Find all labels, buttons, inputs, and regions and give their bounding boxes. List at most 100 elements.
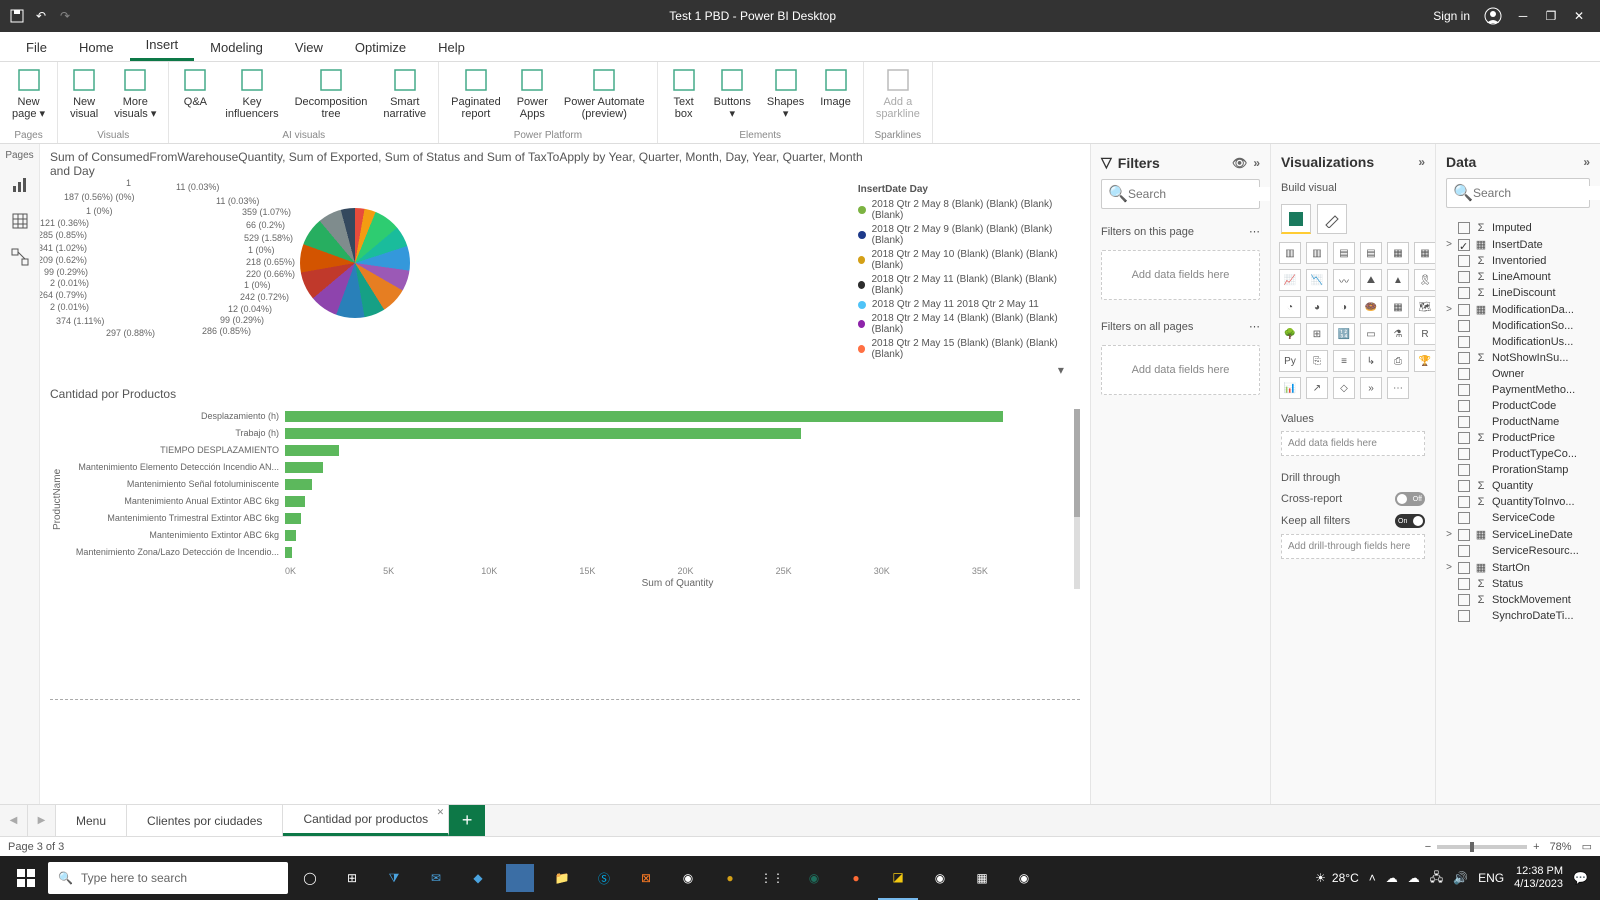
- field-imputed[interactable]: ΣImputed: [1440, 220, 1596, 236]
- model-view-icon[interactable]: [8, 245, 32, 269]
- ribbon-buttons-[interactable]: Buttons▾: [708, 64, 757, 130]
- bar-row[interactable]: Mantenimiento Zona/Lazo Detección de Inc…: [65, 545, 1070, 559]
- viz-type-icon[interactable]: 🌳: [1279, 323, 1301, 345]
- field-checkbox[interactable]: [1458, 400, 1470, 412]
- viz-type-icon[interactable]: ⊞: [1306, 323, 1328, 345]
- app-icon[interactable]: ●: [836, 856, 876, 900]
- viz-type-icon[interactable]: ▦: [1414, 242, 1436, 264]
- bar-row[interactable]: Mantenimiento Señal fotoluminiscente: [65, 477, 1070, 491]
- legend-item[interactable]: 2018 Qtr 2 May 15 (Blank) (Blank) (Blank…: [858, 338, 1080, 360]
- viz-type-icon[interactable]: ⎙: [1387, 350, 1409, 372]
- bar-row[interactable]: Mantenimiento Anual Extintor ABC 6kg: [65, 494, 1070, 508]
- field-checkbox[interactable]: [1458, 562, 1470, 574]
- tray-icon[interactable]: ☁: [1408, 871, 1420, 885]
- menu-tab-optimize[interactable]: Optimize: [339, 34, 422, 61]
- viz-type-icon[interactable]: ↗: [1306, 377, 1328, 399]
- cross-report-toggle[interactable]: Off: [1395, 492, 1425, 506]
- pie-chart[interactable]: 1187 (0.56%) (0%)1 (0%)121 (0.36%)285 (0…: [40, 178, 520, 348]
- weather-widget[interactable]: ☀28°C: [1315, 871, 1359, 885]
- ribbon-power-automate-preview-[interactable]: Power Automate(preview): [558, 64, 651, 130]
- viz-type-icon[interactable]: Py: [1279, 350, 1301, 372]
- volume-icon[interactable]: 🔊: [1453, 871, 1468, 885]
- viz-type-icon[interactable]: »: [1360, 377, 1382, 399]
- viz-type-icon[interactable]: 📊: [1279, 377, 1301, 399]
- viz-type-icon[interactable]: ▥: [1279, 242, 1301, 264]
- field-checkbox[interactable]: [1458, 594, 1470, 606]
- field-checkbox[interactable]: [1458, 496, 1470, 508]
- vscode-icon[interactable]: ⧩: [374, 856, 414, 900]
- menu-tab-view[interactable]: View: [279, 34, 339, 61]
- more-icon[interactable]: ⋯: [1249, 320, 1260, 333]
- field-stockmovement[interactable]: ΣStockMovement: [1440, 592, 1596, 608]
- network-icon[interactable]: 🖧: [1430, 868, 1443, 889]
- xampp-icon[interactable]: ⊠: [626, 856, 666, 900]
- filters-all-dropzone[interactable]: Add data fields here: [1101, 345, 1260, 395]
- format-visual-tab[interactable]: [1317, 204, 1347, 234]
- viz-type-icon[interactable]: ▥: [1306, 242, 1328, 264]
- field-checkbox[interactable]: [1458, 304, 1470, 316]
- field-checkbox[interactable]: [1458, 610, 1470, 622]
- bar-row[interactable]: Mantenimiento Trimestral Extintor ABC 6k…: [65, 511, 1070, 525]
- page-tab[interactable]: Menu: [56, 805, 127, 836]
- undo-icon[interactable]: ↶: [34, 9, 48, 23]
- bar-row[interactable]: Mantenimiento Elemento Detección Incendi…: [65, 460, 1070, 474]
- task-view-icon[interactable]: ⊞: [332, 856, 372, 900]
- collapse-icon[interactable]: »: [1418, 155, 1425, 169]
- field-checkbox[interactable]: [1458, 578, 1470, 590]
- filters-page-dropzone[interactable]: Add data fields here: [1101, 250, 1260, 300]
- zoom-slider[interactable]: [1437, 845, 1527, 849]
- field-checkbox[interactable]: [1458, 416, 1470, 428]
- app-icon[interactable]: ●: [710, 856, 750, 900]
- field-checkbox[interactable]: [1458, 271, 1470, 283]
- tray-expand-icon[interactable]: ˄: [1369, 871, 1376, 885]
- viz-type-icon[interactable]: 🏆: [1414, 350, 1436, 372]
- viz-type-icon[interactable]: ▤: [1360, 242, 1382, 264]
- menu-tab-home[interactable]: Home: [63, 34, 130, 61]
- app-icon[interactable]: [506, 864, 534, 892]
- legend-item[interactable]: 2018 Qtr 2 May 14 (Blank) (Blank) (Blank…: [858, 313, 1080, 335]
- menu-tab-file[interactable]: File: [10, 34, 63, 61]
- viz-type-icon[interactable]: 🗺: [1414, 296, 1436, 318]
- minimize-icon[interactable]: ─: [1516, 9, 1530, 23]
- legend-item[interactable]: 2018 Qtr 2 May 8 (Blank) (Blank) (Blank)…: [858, 199, 1080, 221]
- viz-type-icon[interactable]: 〰: [1333, 269, 1355, 291]
- tab-next-icon[interactable]: ▶: [28, 805, 56, 836]
- viz-type-icon[interactable]: ▭: [1360, 323, 1382, 345]
- eye-icon[interactable]: 👁: [1232, 156, 1247, 170]
- taskbar-search[interactable]: 🔍 Type here to search: [48, 862, 288, 894]
- viz-type-icon[interactable]: 📈: [1279, 269, 1301, 291]
- field-checkbox[interactable]: [1458, 255, 1470, 267]
- zoom-in-icon[interactable]: +: [1533, 841, 1539, 853]
- page-tab[interactable]: Cantidad por productos✕: [283, 805, 449, 836]
- viz-type-icon[interactable]: 🔢: [1333, 323, 1355, 345]
- field-lineamount[interactable]: ΣLineAmount: [1440, 269, 1596, 285]
- ribbon-image-[interactable]: Image: [814, 64, 857, 130]
- drill-dropzone[interactable]: Add drill-through fields here: [1281, 534, 1425, 559]
- field-serviceresourc-[interactable]: ServiceResourc...: [1440, 543, 1596, 559]
- legend-item[interactable]: 2018 Qtr 2 May 9 (Blank) (Blank) (Blank)…: [858, 224, 1080, 246]
- maximize-icon[interactable]: ❐: [1544, 9, 1558, 23]
- viz-type-icon[interactable]: 🍩: [1360, 296, 1382, 318]
- viz-type-icon[interactable]: 🎗: [1414, 269, 1436, 291]
- viz-type-icon[interactable]: ⋯: [1387, 377, 1409, 399]
- ribbon-text-box[interactable]: Textbox: [664, 64, 704, 130]
- bar-scrollbar[interactable]: [1074, 409, 1080, 589]
- app-icon[interactable]: ◉: [920, 856, 960, 900]
- field-checkbox[interactable]: [1458, 368, 1470, 380]
- powerbi-icon[interactable]: ◪: [878, 856, 918, 900]
- keep-filters-toggle[interactable]: On: [1395, 514, 1425, 528]
- field-insertdate[interactable]: >✓▦InsertDate: [1440, 236, 1596, 253]
- field-checkbox[interactable]: [1458, 512, 1470, 524]
- field-owner[interactable]: Owner: [1440, 366, 1596, 382]
- tab-prev-icon[interactable]: ◀: [0, 805, 28, 836]
- field-checkbox[interactable]: [1458, 545, 1470, 557]
- mail-icon[interactable]: ✉: [416, 856, 456, 900]
- field-inventoried[interactable]: ΣInventoried: [1440, 253, 1596, 269]
- viz-type-icon[interactable]: ⚗: [1387, 323, 1409, 345]
- ribbon-decomposition-tree[interactable]: Decompositiontree: [289, 64, 374, 130]
- field-modificationus-[interactable]: ModificationUs...: [1440, 334, 1596, 350]
- viz-type-icon[interactable]: ↳: [1360, 350, 1382, 372]
- ribbon-shapes-[interactable]: Shapes▾: [761, 64, 810, 130]
- bar-row[interactable]: Trabajo (h): [65, 426, 1070, 440]
- field-checkbox[interactable]: [1458, 448, 1470, 460]
